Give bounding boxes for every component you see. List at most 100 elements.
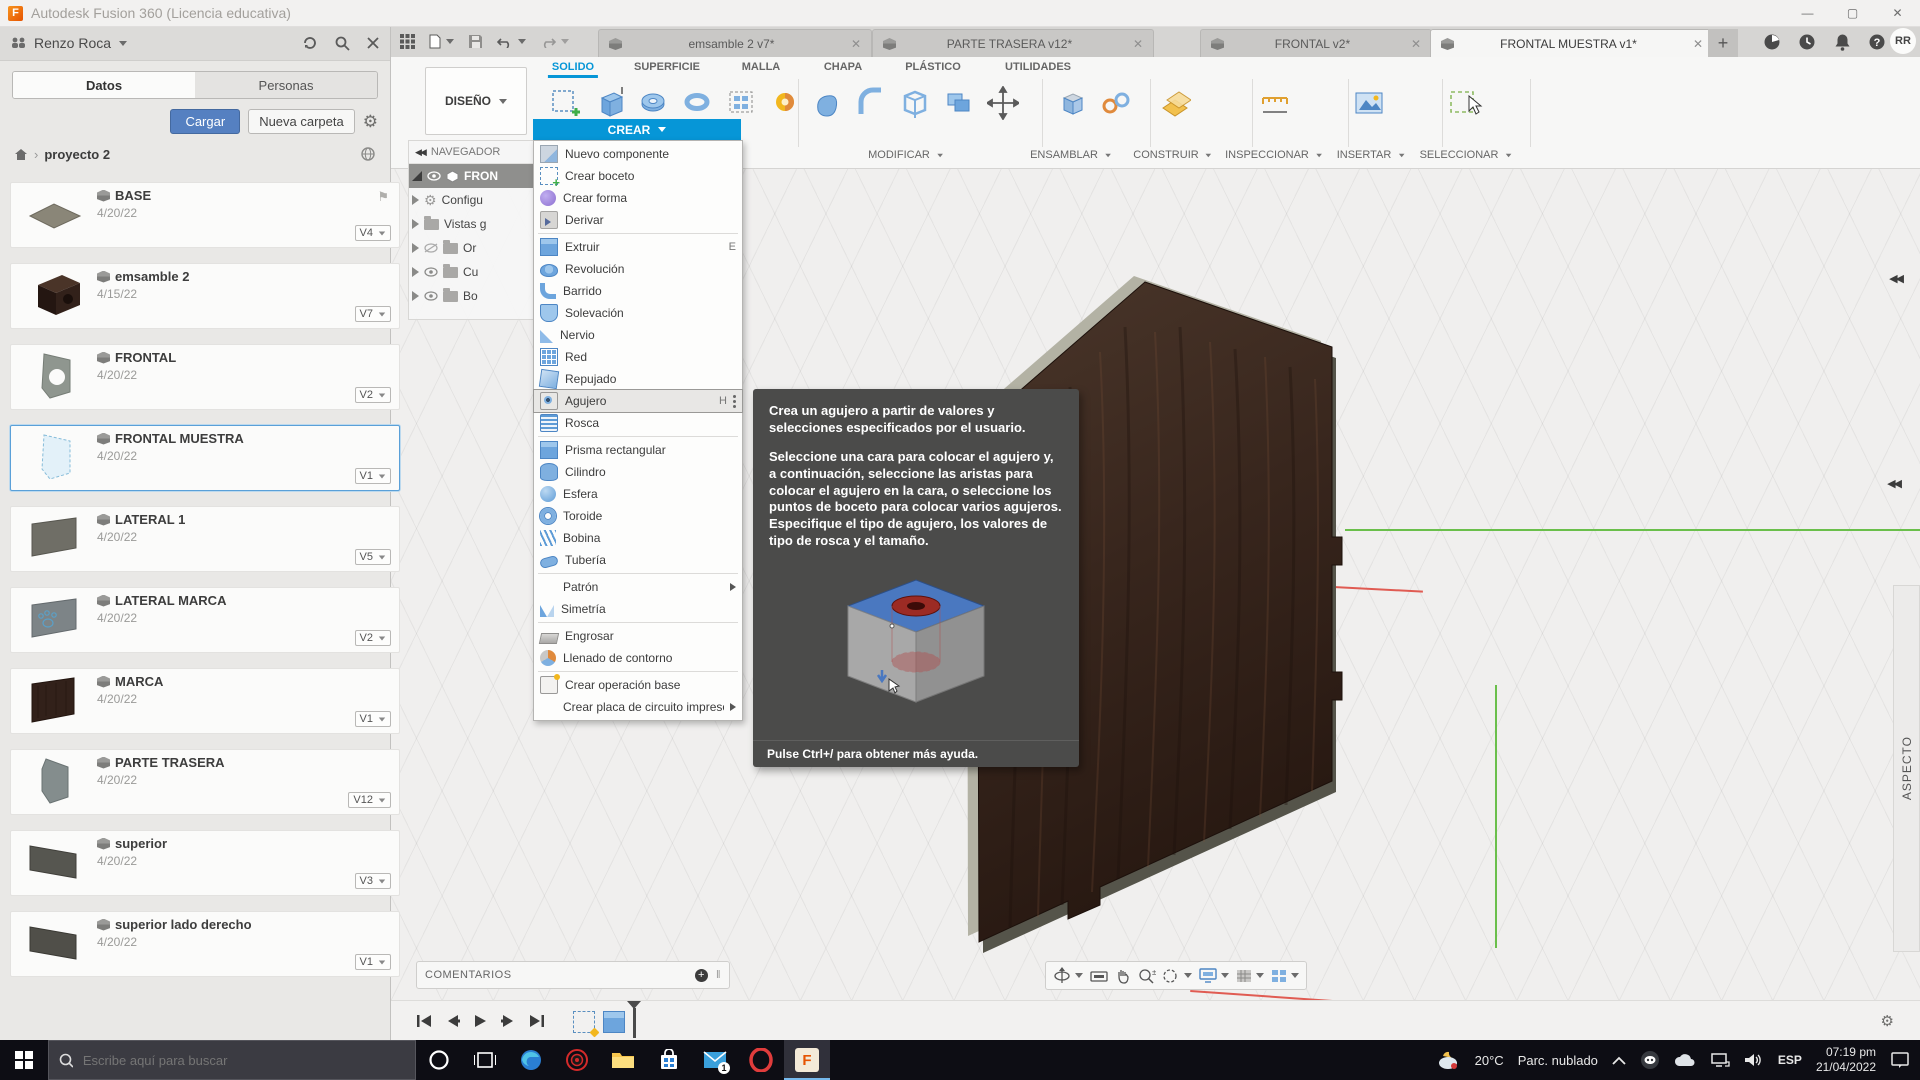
visibility-eye-icon[interactable] — [427, 171, 441, 181]
user-name[interactable]: Renzo Roca — [34, 35, 111, 51]
extensions-icon[interactable] — [1758, 28, 1786, 56]
breadcrumb-project[interactable]: proyecto 2 — [44, 147, 110, 162]
list-item-superior[interactable]: superior 4/20/22 V3 — [10, 830, 400, 896]
version-dropdown[interactable]: V5 — [354, 549, 391, 565]
viewports-icon[interactable] — [1271, 969, 1299, 983]
weather-icon[interactable] — [1435, 1050, 1461, 1070]
timeline-step-back-icon[interactable] — [446, 1014, 460, 1028]
version-dropdown[interactable]: V3 — [354, 873, 391, 889]
undo-icon[interactable] — [497, 35, 526, 48]
new-folder-button[interactable]: Nueva carpeta — [248, 109, 355, 134]
combine-icon[interactable] — [942, 83, 976, 123]
notifications-bell-icon[interactable] — [1828, 28, 1856, 56]
search-input[interactable] — [80, 1051, 405, 1069]
upload-button[interactable]: Cargar — [170, 109, 241, 134]
globe-icon[interactable] — [360, 146, 376, 162]
group-modificar[interactable]: MODIFICAR — [868, 149, 944, 161]
group-insertar[interactable]: INSERTAR — [1337, 149, 1406, 161]
version-dropdown[interactable]: V1 — [354, 468, 391, 484]
timeline-step-forward-icon[interactable] — [501, 1014, 515, 1028]
zoom-icon[interactable]: ± — [1138, 968, 1156, 984]
panel-settings-gear-icon[interactable]: ⚙ — [363, 113, 378, 130]
doc-tab-parte-trasera[interactable]: PARTE TRASERA v12* ✕ — [872, 29, 1154, 58]
menu-item-agujero[interactable]: Agujero H — [533, 389, 743, 413]
menu-item-llenado-de-contorno[interactable]: Llenado de contorno — [534, 647, 742, 669]
tab-personas[interactable]: Personas — [195, 72, 377, 98]
ribbon-tab-malla[interactable]: MALLA — [738, 59, 785, 75]
menu-item-bobina[interactable]: Bobina — [534, 527, 742, 549]
list-item-base[interactable]: BASE 4/20/22 ⚑ V4 — [10, 182, 400, 248]
list-item-marca[interactable]: MARCA 4/20/22 V1 — [10, 668, 400, 734]
help-icon[interactable]: ? — [1863, 28, 1891, 56]
job-status-clock-icon[interactable] — [1793, 28, 1821, 56]
menu-item-toroide[interactable]: Toroide — [534, 505, 742, 527]
menu-item-cilindro[interactable]: Cilindro — [534, 461, 742, 483]
extrude-icon[interactable] — [592, 83, 626, 123]
onedrive-tray-icon[interactable] — [1674, 1053, 1696, 1067]
move-icon[interactable] — [986, 83, 1020, 123]
menu-item-repujado[interactable]: Repujado — [534, 368, 742, 390]
timeline-go-end-icon[interactable] — [529, 1014, 545, 1028]
task-view-icon[interactable] — [462, 1040, 508, 1080]
app-grid-icon[interactable] — [400, 34, 415, 49]
user-chevron-icon[interactable] — [119, 40, 128, 46]
microsoft-store-icon[interactable] — [646, 1040, 692, 1080]
comments-grip-icon[interactable]: ‖ — [716, 969, 721, 981]
search-icon[interactable] — [334, 35, 350, 51]
ribbon-tab-superficie[interactable]: SUPERFICIE — [630, 59, 704, 75]
insert-image-icon[interactable] — [1352, 83, 1386, 123]
list-item-emsamble2[interactable]: emsamble 2 4/15/22 V7 — [10, 263, 400, 329]
save-icon[interactable] — [468, 34, 483, 49]
list-item-parte-trasera[interactable]: PARTE TRASERA 4/20/22 V12 — [10, 749, 400, 815]
taskbar-search[interactable] — [48, 1040, 416, 1080]
navigator-root-node[interactable]: FRON — [409, 164, 534, 188]
tab-close-icon[interactable]: ✕ — [1401, 37, 1421, 51]
menu-item-crear-forma[interactable]: Crear forma — [534, 187, 742, 209]
comments-bar[interactable]: COMENTARIOS + ‖ — [416, 961, 730, 989]
timeline-sketch-feature[interactable] — [573, 1011, 595, 1033]
panel-collapse-icon[interactable]: ◀◀ — [1889, 272, 1904, 285]
menu-item-crear-placa-circuito[interactable]: Crear placa de circuito impreso — [534, 696, 742, 718]
navigator-node-bodies[interactable]: Cu — [409, 260, 534, 284]
menu-item-revolucion[interactable]: Revolución — [534, 258, 742, 280]
list-item-frontal-muestra[interactable]: FRONTAL MUESTRA 4/20/22 V1 — [10, 425, 400, 491]
tab-close-icon[interactable]: ✕ — [1683, 37, 1703, 51]
press-pull-icon[interactable] — [810, 83, 844, 123]
fillet-icon[interactable] — [854, 83, 888, 123]
weather-temp[interactable]: 20°C — [1475, 1053, 1504, 1068]
menu-item-simetria[interactable]: Simetría — [534, 598, 742, 620]
menu-item-engrosar[interactable]: Engrosar — [534, 625, 742, 647]
list-item-lateral-marca[interactable]: LATERAL MARCA 4/20/22 V2 — [10, 587, 400, 653]
home-icon[interactable] — [14, 148, 28, 161]
file-explorer-icon[interactable] — [600, 1040, 646, 1080]
doc-tab-emsamble[interactable]: emsamble 2 v7* ✕ — [598, 29, 872, 58]
menu-item-patron[interactable]: Patrón — [534, 576, 742, 598]
version-dropdown[interactable]: V2 — [354, 387, 391, 403]
action-center-icon[interactable] — [1890, 1051, 1910, 1069]
group-seleccionar[interactable]: SELECCIONAR — [1420, 149, 1513, 161]
tab-datos[interactable]: Datos — [13, 72, 195, 98]
timeline-extrude-feature[interactable] — [603, 1011, 625, 1033]
tab-close-icon[interactable]: ✕ — [841, 37, 861, 51]
flag-icon[interactable]: ⚑ — [377, 189, 389, 205]
menu-item-prisma-rectangular[interactable]: Prisma rectangular — [534, 439, 742, 461]
tab-close-icon[interactable]: ✕ — [1123, 37, 1143, 51]
navigator-node-origin[interactable]: Or — [409, 236, 534, 260]
version-dropdown[interactable]: V1 — [354, 954, 391, 970]
keyboard-language[interactable]: ESP — [1778, 1053, 1802, 1067]
user-avatar[interactable]: RR — [1890, 28, 1916, 54]
look-at-icon[interactable] — [1090, 969, 1108, 983]
menu-item-rosca[interactable]: Rosca — [534, 412, 742, 434]
menu-item-derivar[interactable]: Derivar — [534, 209, 742, 231]
fit-icon[interactable] — [1162, 968, 1193, 984]
version-dropdown[interactable]: V12 — [348, 792, 391, 808]
orbit-icon[interactable] — [1053, 966, 1084, 985]
grid-settings-icon[interactable] — [1236, 969, 1264, 983]
red-target-app-icon[interactable] — [554, 1040, 600, 1080]
group-ensamblar[interactable]: ENSAMBLAR — [1030, 149, 1112, 161]
ribbon-tab-solido[interactable]: SOLIDO — [547, 59, 599, 78]
version-dropdown[interactable]: V2 — [354, 630, 391, 646]
menu-item-red[interactable]: Red — [534, 346, 742, 368]
doc-tab-frontal[interactable]: FRONTAL v2* ✕ — [1200, 29, 1432, 58]
edge-icon[interactable] — [508, 1040, 554, 1080]
